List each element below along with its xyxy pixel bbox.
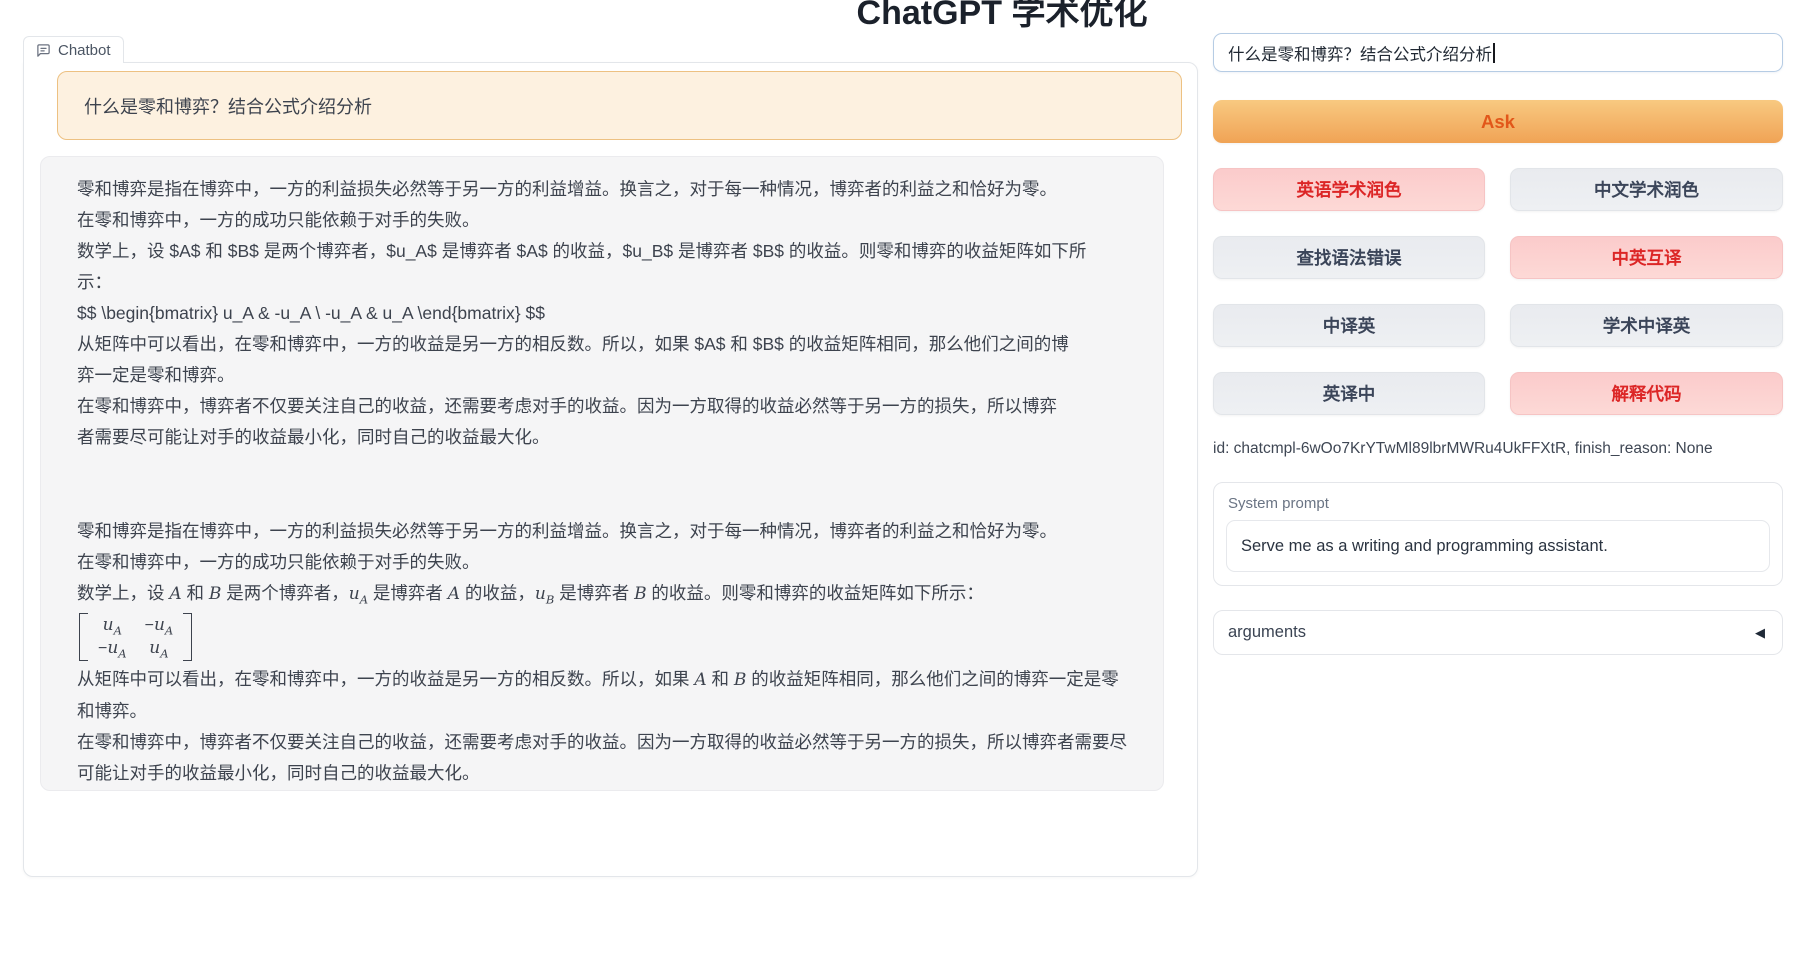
academic-zh-to-en-button[interactable]: 学术中译英 [1510,304,1783,347]
ask-button-label: Ask [1481,111,1515,133]
english-academic-polish-button[interactable]: 英语学术润色 [1213,168,1485,211]
en-to-zh-button[interactable]: 英译中 [1213,372,1485,415]
system-prompt-value: Serve me as a writing and programming as… [1241,537,1608,556]
message-gap [77,453,1127,516]
question-input[interactable]: 什么是零和博弈？结合公式介绍分析 [1213,33,1783,72]
system-prompt-label: System prompt [1228,495,1770,512]
zh-en-mutual-translate-button[interactable]: 中英互译 [1510,236,1783,279]
bot-message-bubble: 零和博弈是指在博弈中，一方的利益损失必然等于另一方的利益增益。换言之，对于每一种… [40,156,1164,791]
page-title: ChatGPT 学术优化 [857,0,1148,33]
text-cursor [1493,43,1495,63]
bot-message-raw-text: 零和博弈是指在博弈中，一方的利益损失必然等于另一方的利益增益。换言之，对于每一种… [77,174,1127,453]
chatbot-panel: 什么是零和博弈？结合公式介绍分析 零和博弈是指在博弈中，一方的利益损失必然等于另… [23,62,1198,877]
bot-message-rendered-text: 零和博弈是指在博弈中，一方的利益损失必然等于另一方的利益增益。换言之，对于每一种… [77,516,1127,789]
status-text: id: chatcmpl-6wOo7KrYTwMl89lbrMWRu4UkFFX… [1213,440,1783,458]
arguments-label: arguments [1228,623,1306,642]
payoff-matrix: uA−uA−uAuA [79,613,1127,661]
system-prompt-input[interactable]: Serve me as a writing and programming as… [1226,520,1770,572]
chatbot-label-tab: Chatbot [23,36,124,63]
chinese-academic-polish-button[interactable]: 中文学术润色 [1510,168,1783,211]
question-input-value: 什么是零和博弈？结合公式介绍分析 [1228,41,1492,65]
accordion-collapse-arrow-icon: ◀ [1755,625,1765,641]
chat-bubble-icon [36,43,51,58]
user-message-text: 什么是零和博弈？结合公式介绍分析 [84,93,372,119]
system-prompt-card: System prompt Serve me as a writing and … [1213,482,1783,586]
explain-code-button[interactable]: 解释代码 [1510,372,1783,415]
ask-button[interactable]: Ask [1213,100,1783,143]
user-message-bubble: 什么是零和博弈？结合公式介绍分析 [57,71,1182,140]
chatbot-label: Chatbot [58,42,111,59]
zh-to-en-button[interactable]: 中译英 [1213,304,1485,347]
find-grammar-errors-button[interactable]: 查找语法错误 [1213,236,1485,279]
function-buttons-grid: 英语学术润色中文学术润色查找语法错误中英互译中译英学术中译英英译中解释代码 [1213,168,1783,415]
arguments-accordion[interactable]: arguments ◀ [1213,610,1783,655]
